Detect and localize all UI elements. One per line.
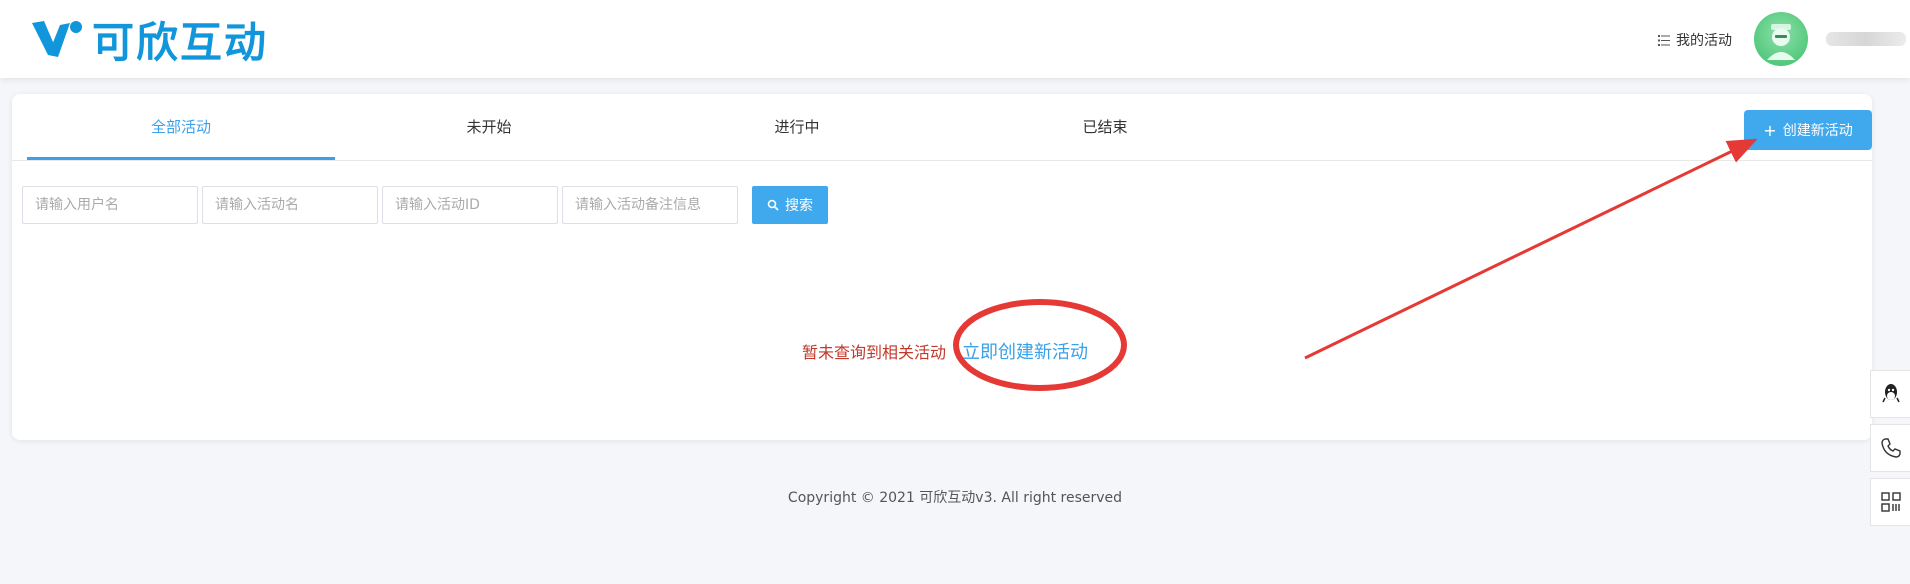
empty-message: 暂未查询到相关活动 — [802, 343, 947, 362]
logo[interactable]: 可欣互动 — [30, 12, 268, 67]
search-icon — [767, 199, 779, 211]
empty-message-row: 暂未查询到相关活动 立即创建新活动 — [802, 338, 1088, 364]
phone-icon — [1881, 438, 1901, 458]
qrcode-button[interactable] — [1870, 478, 1910, 526]
my-activities-label: 我的活动 — [1676, 33, 1732, 49]
my-activities-link[interactable]: 我的活动 — [1658, 30, 1732, 50]
activity-name-search-input[interactable] — [202, 186, 378, 224]
tab-all[interactable]: 全部活动 — [27, 94, 335, 160]
search-button[interactable]: 搜索 — [752, 186, 828, 224]
plus-icon: + — [1763, 120, 1777, 140]
remark-search-input[interactable] — [562, 186, 738, 224]
tab-in-progress[interactable]: 进行中 — [643, 94, 951, 160]
create-activity-button[interactable]: + 创建新活动 — [1744, 110, 1872, 150]
list-icon — [1658, 34, 1670, 46]
create-activity-label: 创建新活动 — [1782, 123, 1853, 139]
logo-text: 可欣互动 — [92, 17, 269, 67]
top-header: 可欣互动 我的活动 — [0, 0, 1910, 78]
qq-contact-button[interactable] — [1870, 370, 1910, 418]
user-avatar-icon — [1767, 24, 1795, 60]
username-search-input[interactable] — [22, 186, 198, 224]
tab-not-started[interactable]: 未开始 — [335, 94, 643, 160]
activity-id-search-input[interactable] — [382, 186, 558, 224]
search-button-label: 搜索 — [785, 198, 813, 214]
avatar[interactable] — [1754, 12, 1808, 66]
create-now-link[interactable]: 立即创建新活动 — [962, 338, 1088, 364]
logo-mark-icon — [32, 21, 82, 57]
phone-contact-button[interactable] — [1870, 424, 1910, 472]
qrcode-icon — [1881, 492, 1901, 512]
qq-icon — [1882, 384, 1900, 403]
copyright: Copyright © 2021 可欣互动v3. All right reser… — [787, 490, 1123, 506]
username-blurred — [1826, 32, 1906, 46]
activity-panel: 全部活动 未开始 进行中 已结束 + 创建新活动 搜索 — [12, 94, 1872, 440]
tab-ended[interactable]: 已结束 — [951, 94, 1259, 160]
status-tabs: 全部活动 未开始 进行中 已结束 — [12, 94, 1872, 161]
